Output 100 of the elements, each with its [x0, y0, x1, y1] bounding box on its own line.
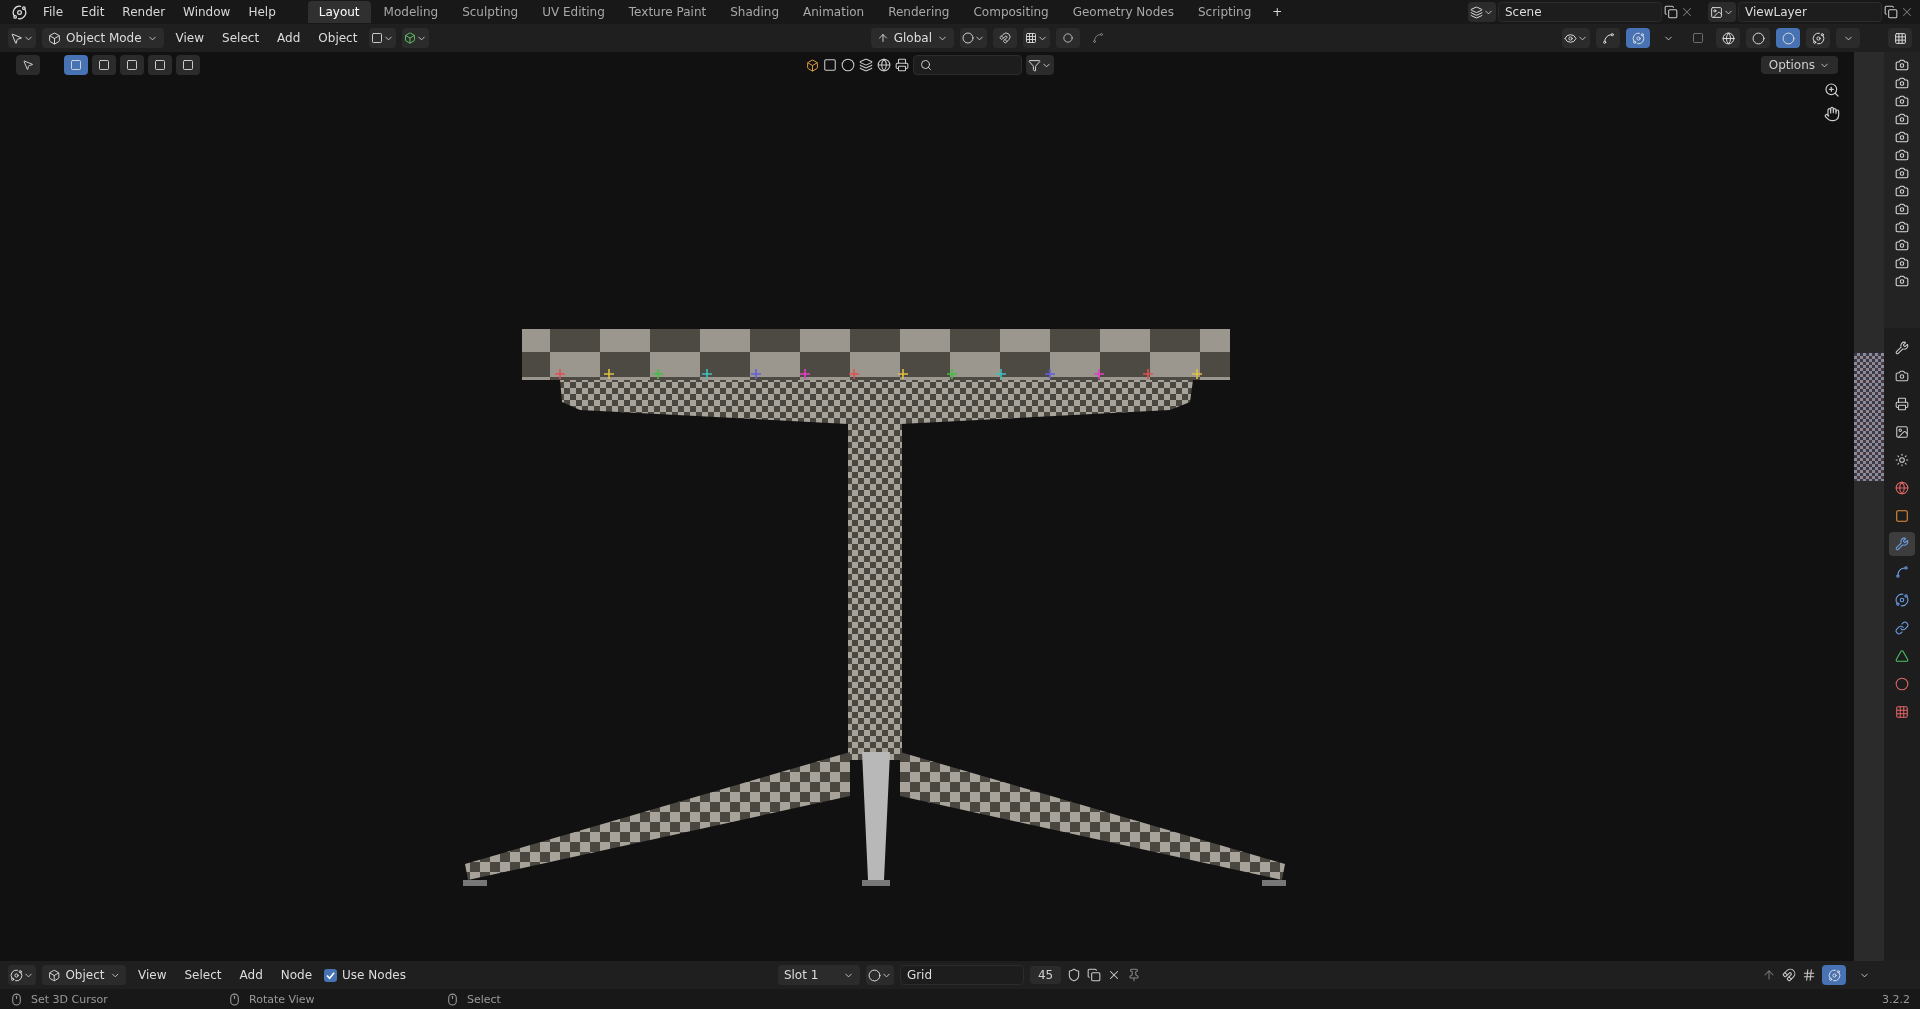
grid-snap-icon[interactable]	[1802, 968, 1816, 982]
workspace-tab[interactable]: Layout	[307, 1, 371, 23]
workspace-tab[interactable]: Texture Paint	[617, 1, 718, 23]
select-mode-button[interactable]	[148, 55, 172, 75]
header-menu[interactable]: Add	[233, 968, 269, 982]
scene-field[interactable]: Scene	[1498, 2, 1662, 22]
mouse-icon	[228, 992, 241, 1006]
shading-mode-button[interactable]	[1716, 28, 1740, 48]
shading-mode-button[interactable]	[1776, 28, 1800, 48]
select-mode-button[interactable]	[92, 55, 116, 75]
mouse-icon	[446, 992, 459, 1006]
header-menu[interactable]: View	[169, 31, 211, 45]
triangle-icon	[1895, 649, 1909, 663]
select-mode-button[interactable]	[120, 55, 144, 75]
editor-toggle-button[interactable]	[1888, 28, 1912, 48]
camera-icon[interactable]	[1895, 58, 1909, 72]
header-menu[interactable]: Select	[216, 31, 266, 45]
workspace-tab[interactable]: Geometry Nodes	[1061, 1, 1185, 23]
header-menu[interactable]: Object	[312, 31, 364, 45]
menu-item[interactable]: Help	[240, 2, 284, 22]
workspace-tab[interactable]: Shading	[719, 1, 790, 23]
search-field[interactable]	[913, 55, 1022, 75]
pivot-button[interactable]	[960, 28, 987, 48]
object-dropdown[interactable]: Object	[42, 965, 126, 985]
layers-icon[interactable]	[859, 58, 873, 72]
shading-mode-button[interactable]	[1746, 28, 1770, 48]
editor-type-button[interactable]	[8, 965, 36, 985]
gizmo-toggle-button[interactable]	[1596, 28, 1620, 48]
editor-type-button[interactable]	[8, 28, 36, 48]
header-menu[interactable]: Add	[271, 31, 307, 45]
workspace-tab[interactable]: Sculpting	[451, 1, 530, 23]
sphere-icon[interactable]	[841, 58, 855, 72]
workspace-tab[interactable]: Compositing	[962, 1, 1060, 23]
gizmo-button[interactable]	[402, 28, 430, 48]
workspace-tab[interactable]: Rendering	[877, 1, 961, 23]
options-dropdown[interactable]: Options	[1760, 56, 1838, 74]
zoom-icon[interactable]	[1824, 82, 1840, 98]
menu-item[interactable]: Window	[175, 2, 239, 22]
shield-icon[interactable]	[1067, 968, 1082, 982]
user-count[interactable]: 45	[1029, 966, 1062, 984]
shading-mode-button[interactable]	[1806, 28, 1830, 48]
workspace-tab[interactable]: Scripting	[1186, 1, 1263, 23]
camera-icon[interactable]	[1895, 112, 1909, 126]
magnet-icon[interactable]	[1782, 968, 1796, 982]
camera-icon[interactable]	[1895, 274, 1909, 288]
camera-icon[interactable]	[1895, 256, 1909, 270]
camera-icon[interactable]	[1895, 202, 1909, 216]
globe-icon[interactable]	[877, 58, 891, 72]
proportional-edit-button[interactable]	[1056, 28, 1080, 48]
select-tool-button[interactable]	[16, 55, 40, 75]
use-nodes-checkbox[interactable]: Use Nodes	[324, 968, 406, 982]
copy-icon[interactable]	[1664, 5, 1678, 19]
camera-icon[interactable]	[1895, 220, 1909, 234]
visibility-button[interactable]	[1562, 28, 1590, 48]
workspace-tab[interactable]: UV Editing	[531, 1, 616, 23]
eye-icon	[1564, 31, 1577, 45]
camera-icon[interactable]	[1895, 166, 1909, 180]
orientation-dropdown[interactable]: Global	[870, 28, 954, 48]
slot-dropdown[interactable]: Slot 1	[777, 965, 860, 985]
transform-pivot-button[interactable]	[369, 28, 397, 48]
material-name-field[interactable]: Grid	[899, 965, 1024, 985]
workspace-tab[interactable]: Modeling	[372, 1, 450, 23]
printer-icon[interactable]	[895, 58, 909, 72]
scene-selector[interactable]	[1468, 2, 1496, 22]
close-icon[interactable]	[1680, 5, 1694, 19]
menu-item[interactable]: Render	[114, 2, 174, 22]
overlays-button[interactable]	[1626, 28, 1650, 48]
select-mode-button[interactable]	[176, 55, 200, 75]
workspace-tab[interactable]: Animation	[792, 1, 876, 23]
cube-icon[interactable]	[806, 58, 819, 72]
header-menu[interactable]: Node	[274, 968, 319, 982]
camera-icon[interactable]	[1895, 130, 1909, 144]
camera-icon[interactable]	[1895, 238, 1909, 252]
mouse-icon	[10, 992, 23, 1006]
view-layer-selector[interactable]	[1708, 2, 1736, 22]
add-workspace-button[interactable]: +	[1264, 2, 1291, 22]
copy-icon[interactable]	[1087, 968, 1102, 982]
hand-icon[interactable]	[1824, 106, 1840, 122]
copy-icon[interactable]	[1884, 5, 1898, 19]
close-icon[interactable]	[1900, 5, 1914, 19]
header-menu[interactable]: View	[132, 968, 173, 982]
view-layer-field[interactable]: ViewLayer	[1738, 2, 1882, 22]
snap-target-button[interactable]	[1023, 28, 1050, 48]
material-browse-button[interactable]	[865, 965, 894, 985]
square-icon[interactable]	[823, 58, 837, 72]
header-menu[interactable]: Select	[178, 968, 228, 982]
arrow-up-icon[interactable]	[1762, 968, 1776, 982]
camera-icon[interactable]	[1895, 184, 1909, 198]
camera-icon	[1895, 369, 1909, 383]
camera-icon[interactable]	[1895, 94, 1909, 108]
snap-button[interactable]	[993, 28, 1017, 48]
mode-dropdown[interactable]: Object Mode	[42, 28, 164, 48]
overlays-button[interactable]	[1822, 965, 1846, 985]
menu-item[interactable]: Edit	[73, 2, 113, 22]
pin-icon[interactable]	[1127, 968, 1142, 982]
filter-button[interactable]	[1026, 55, 1054, 75]
menu-item[interactable]: File	[35, 2, 72, 22]
camera-icon[interactable]	[1895, 76, 1909, 90]
select-mode-button[interactable]	[64, 55, 88, 75]
camera-icon[interactable]	[1895, 148, 1909, 162]
